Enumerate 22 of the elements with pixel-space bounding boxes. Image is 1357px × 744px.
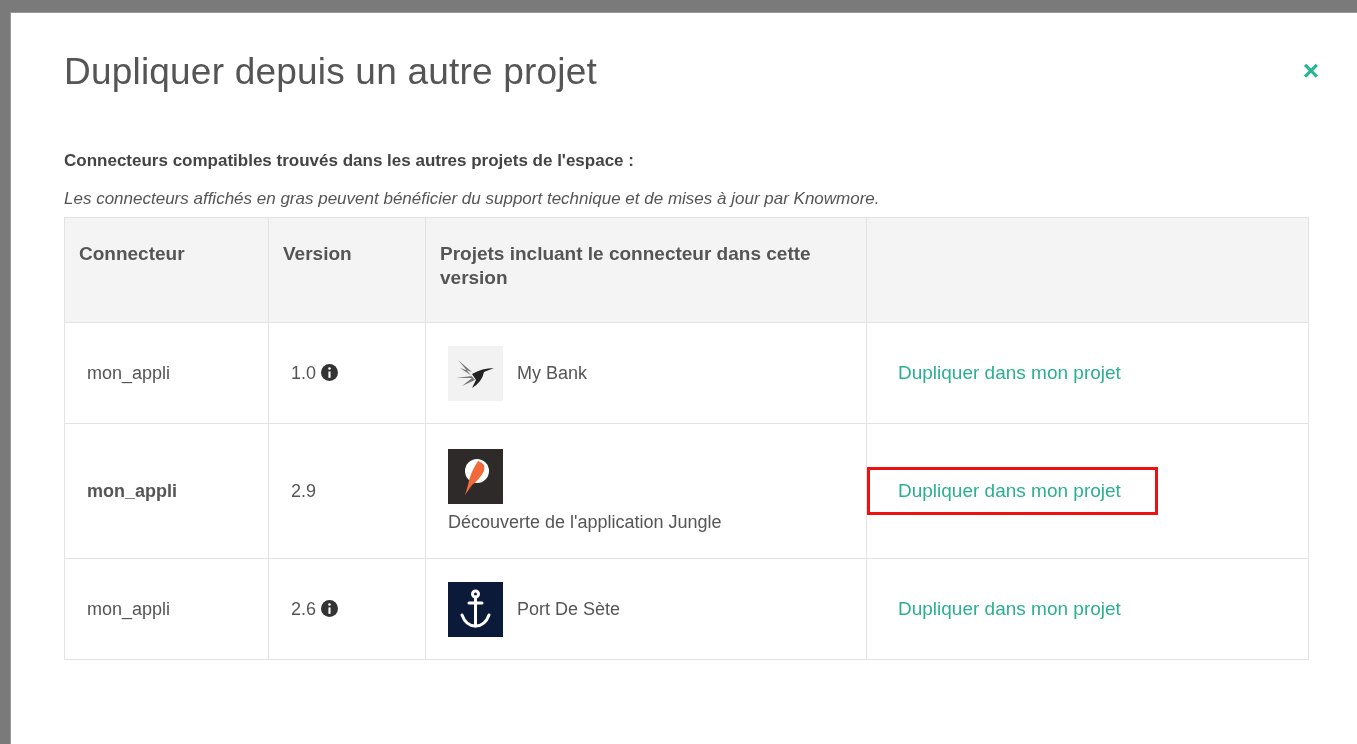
connector-name: mon_appli	[87, 362, 171, 383]
project-name: My Bank	[517, 362, 588, 384]
close-button[interactable]: ×	[1302, 57, 1319, 85]
dialog-title: Dupliquer depuis un autre projet	[64, 51, 597, 93]
project-name: Découverte de l'application Jungle	[448, 512, 722, 533]
version-text: 1.0	[291, 362, 317, 383]
project-name: Port De Sète	[517, 598, 621, 620]
column-header: Version	[283, 243, 352, 264]
bird-logo-icon	[448, 345, 503, 401]
parrot-logo-icon	[448, 449, 503, 504]
info-icon	[321, 363, 339, 381]
column-header: Connecteur	[79, 243, 185, 264]
connector-name: mon_appli	[87, 598, 171, 619]
connector-name: mon_appli	[87, 480, 177, 501]
duplicate-link[interactable]: Dupliquer dans mon projet	[867, 467, 1158, 515]
column-header: Projets incluant le connecteur dans cette version	[440, 243, 811, 288]
version-text: 2.6	[291, 598, 317, 619]
section-heading: Connecteurs compatibles trouvés dans les autres projets de l'espace :	[64, 151, 635, 171]
anchor-logo-icon	[448, 581, 503, 637]
note-text: Les connecteurs affichés en gras peuvent bénéficier du support technique et de mises à jour par Knowmore.	[64, 189, 881, 209]
info-icon	[321, 599, 339, 617]
version-text: 2.9	[291, 480, 317, 501]
